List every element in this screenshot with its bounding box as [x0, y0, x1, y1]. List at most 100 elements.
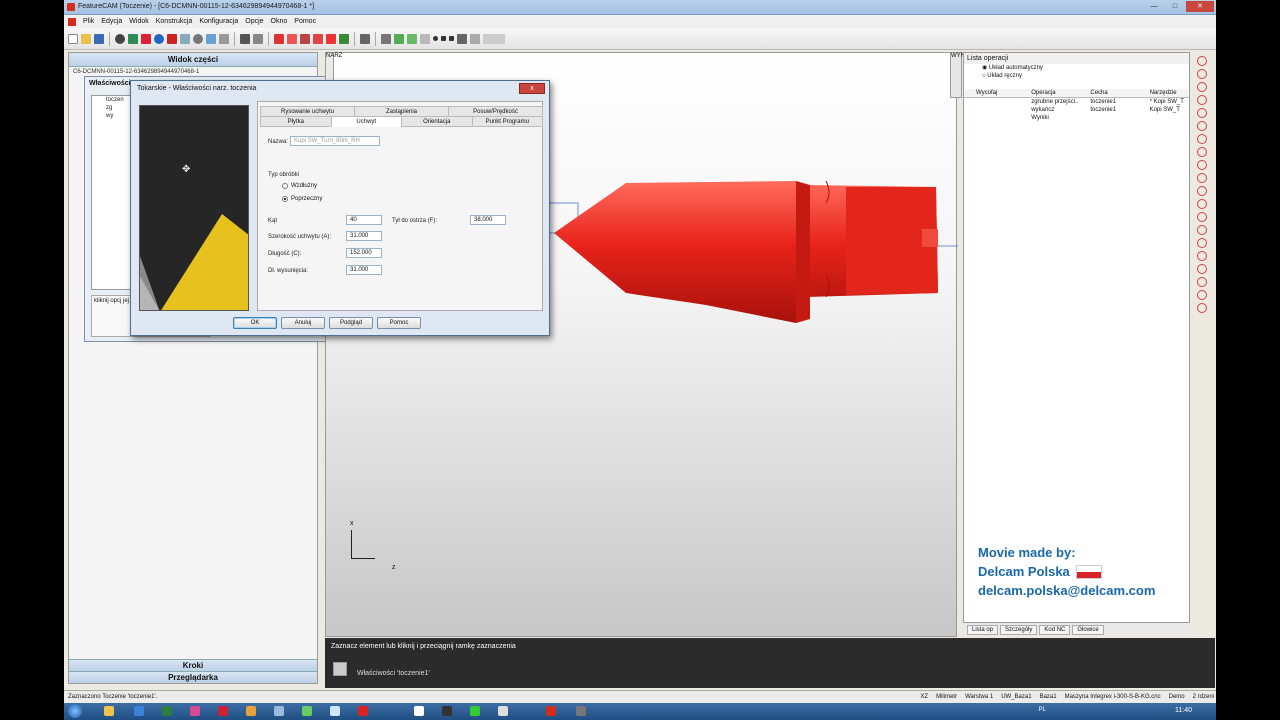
line-icon[interactable]: [1197, 69, 1207, 79]
tab-insert[interactable]: Płytka: [260, 116, 332, 127]
cancel-button[interactable]: Anuluj: [281, 317, 325, 329]
app-icon[interactable]: [358, 706, 368, 716]
arc-tan-icon[interactable]: [1197, 277, 1207, 287]
sim-step-icon[interactable]: [420, 33, 430, 44]
menu-plik[interactable]: Plik: [83, 18, 94, 25]
table-row[interactable]: wykańcz toczenie1 Kopi SW_T: [964, 106, 1189, 114]
fast-forward-icon[interactable]: [457, 33, 467, 44]
circle-center-icon[interactable]: [1197, 238, 1207, 248]
table-row[interactable]: zgrubne przejści.. toczenie1 * Kopi SW_T: [964, 98, 1189, 106]
app-icon[interactable]: [576, 706, 586, 716]
properties-message[interactable]: Właściwości 'toczenie1': [357, 670, 430, 677]
menu-edycja[interactable]: Edycja: [101, 18, 122, 25]
taskbar-clock[interactable]: 11:40: [1175, 707, 1192, 714]
app-icon[interactable]: [190, 706, 200, 716]
back-field[interactable]: 38.000: [470, 215, 506, 225]
point-icon[interactable]: [1197, 56, 1207, 66]
menu-pomoc[interactable]: Pomoc: [294, 18, 316, 25]
menu-konfiguracja[interactable]: Konfiguracja: [199, 18, 238, 25]
name-field[interactable]: Kopi SW_Turn_80m_RH: [290, 136, 380, 146]
delete-icon[interactable]: [167, 33, 177, 44]
tab-program-point[interactable]: Punkt Programu: [471, 116, 543, 127]
open-folder-icon[interactable]: [81, 33, 91, 44]
status-machine[interactable]: Maszyna Integrex i-300-S-B-KG.cnc: [1065, 694, 1161, 700]
app-icon[interactable]: [302, 706, 312, 716]
layers-icon[interactable]: [128, 33, 138, 44]
ie-icon[interactable]: [134, 706, 144, 716]
tab-ops-list[interactable]: Lista op: [967, 624, 999, 635]
properties-icon[interactable]: [333, 662, 347, 676]
speed-slider[interactable]: [483, 33, 505, 44]
cross-icon[interactable]: [1197, 225, 1207, 235]
dimension-icon[interactable]: [1197, 134, 1207, 144]
featurecam-taskbar-icon[interactable]: [546, 706, 556, 716]
check-icon[interactable]: [141, 33, 151, 44]
fill-icon[interactable]: [1197, 290, 1207, 300]
new-file-icon[interactable]: [68, 33, 78, 44]
tool-icon[interactable]: [193, 33, 203, 44]
circle-3pt-icon[interactable]: [1197, 251, 1207, 261]
nc-code-icon[interactable]: [360, 33, 370, 44]
excel-icon[interactable]: [162, 706, 172, 716]
app-icon[interactable]: [274, 706, 284, 716]
scissors-icon[interactable]: [274, 33, 284, 44]
radio-manual[interactable]: ○ Układ ręczny: [964, 72, 1189, 80]
col-header[interactable]: Narzędzie: [1150, 89, 1189, 97]
browser-tab[interactable]: Przeglądarka: [69, 671, 317, 683]
arc-icon[interactable]: [1197, 82, 1207, 92]
maximize-button[interactable]: □: [1165, 1, 1185, 12]
refresh-icon[interactable]: [154, 33, 164, 44]
sim-rapid-icon[interactable]: [407, 33, 417, 44]
ok-button[interactable]: OK: [233, 317, 277, 329]
circle-icon[interactable]: [1197, 95, 1207, 105]
chain-icon[interactable]: [1197, 121, 1207, 131]
col-header[interactable]: Operacja: [1031, 89, 1090, 97]
status-setup[interactable]: Baza1: [1040, 694, 1057, 700]
eye-icon[interactable]: [470, 33, 480, 44]
tab-heads[interactable]: Głowice: [1072, 624, 1104, 635]
menu-widok[interactable]: Widok: [129, 18, 148, 25]
hole-icon[interactable]: [313, 33, 323, 44]
app-icon[interactable]: [442, 706, 452, 716]
app-menu-icon[interactable]: [68, 17, 76, 26]
menu-konstrukcja[interactable]: Konstrukcja: [156, 18, 193, 25]
app-icon[interactable]: [330, 706, 340, 716]
language-indicator[interactable]: PL: [1039, 707, 1046, 713]
radio-auto[interactable]: ◉ Układ automatyczny: [964, 64, 1189, 72]
select-icon[interactable]: [180, 33, 190, 44]
close-window-button[interactable]: ✕: [1186, 1, 1214, 12]
angle-field[interactable]: 40: [346, 215, 382, 225]
reach-field[interactable]: 31.000: [346, 265, 382, 275]
tab-details[interactable]: Szczegóły: [1000, 624, 1038, 635]
globe-icon[interactable]: [115, 33, 125, 44]
radio-transverse[interactable]: Poprzeczny: [282, 196, 322, 202]
dialog-close-button[interactable]: x: [519, 83, 545, 94]
circle-tan-icon[interactable]: [1197, 264, 1207, 274]
tab-nc-code[interactable]: Kod NC: [1039, 624, 1071, 635]
play-icon[interactable]: [433, 36, 438, 41]
app-icon[interactable]: [218, 706, 228, 716]
save-icon[interactable]: [94, 33, 104, 44]
explorer-icon[interactable]: [104, 706, 114, 716]
turn-icon[interactable]: [326, 33, 336, 44]
measure-icon[interactable]: [1197, 147, 1207, 157]
sim-3d-icon[interactable]: [394, 33, 404, 44]
app-icon[interactable]: [414, 706, 424, 716]
menu-okno[interactable]: Okno: [271, 18, 288, 25]
simulate-icon[interactable]: [339, 33, 349, 44]
tool-side-tab[interactable]: NARZ: [325, 52, 342, 82]
spline-icon[interactable]: [1197, 108, 1207, 118]
tab-holder[interactable]: Uchwyt: [330, 116, 402, 127]
vertical-line-icon[interactable]: [1197, 186, 1207, 196]
options-icon[interactable]: [219, 33, 229, 44]
status-units[interactable]: Milimetr: [936, 694, 957, 700]
app-icon[interactable]: [246, 706, 256, 716]
steps-tab[interactable]: Kroki: [69, 659, 317, 671]
table-row[interactable]: Wyniki: [964, 114, 1189, 122]
radio-longitudinal[interactable]: Wzdłużny: [282, 183, 317, 189]
stop-icon[interactable]: [441, 36, 446, 41]
col-header[interactable]: Cecha: [1090, 89, 1149, 97]
help-button[interactable]: Pomoc: [377, 317, 421, 329]
tab-orientation[interactable]: Orientacja: [401, 116, 473, 127]
col-header[interactable]: Wycofaj: [964, 89, 1031, 97]
